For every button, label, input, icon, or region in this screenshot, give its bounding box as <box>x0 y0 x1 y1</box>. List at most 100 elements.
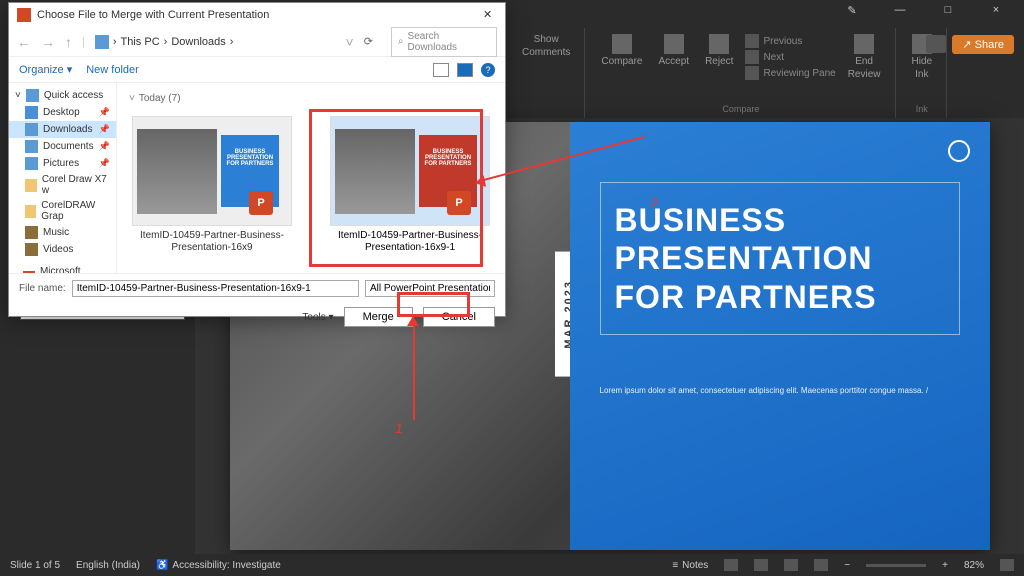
language-indicator[interactable]: English (India) <box>76 560 140 571</box>
file-item-1[interactable]: BUSINESS PRESENTATION FOR PARTNERS P Ite… <box>127 116 297 254</box>
tree-pictures[interactable]: Pictures📌 <box>9 155 116 172</box>
search-input[interactable]: ⌕ Search Downloads <box>391 27 497 57</box>
end-review-button[interactable]: EndReview <box>844 32 885 82</box>
nav-up-button[interactable]: ↑ <box>65 34 72 50</box>
view-mode-button[interactable] <box>433 63 449 77</box>
refresh-button[interactable]: ⟳ <box>364 35 373 48</box>
zoom-slider[interactable] <box>866 564 926 567</box>
zoom-out[interactable]: − <box>844 560 850 571</box>
file-merge-dialog: Choose File to Merge with Current Presen… <box>8 2 506 317</box>
help-button[interactable]: ? <box>481 63 495 77</box>
comments-icon[interactable] <box>926 35 946 53</box>
normal-view-icon[interactable] <box>724 559 738 571</box>
next-button[interactable]: Next <box>745 50 835 64</box>
tree-music[interactable]: Music <box>9 224 116 241</box>
compare-icon <box>612 34 632 54</box>
slideshow-view-icon[interactable] <box>814 559 828 571</box>
dialog-toolbar: Organize ▾ New folder ? <box>9 57 505 83</box>
zoom-in[interactable]: + <box>942 560 948 571</box>
tree-ms-powerpoint[interactable]: ›Microsoft PowerP <box>9 264 116 273</box>
slide-blue-panel: BUSINESS PRESENTATION FOR PARTNERS Lorem… <box>570 122 990 550</box>
compare-group-label: Compare <box>722 104 759 114</box>
desktop-icon <box>25 106 38 119</box>
pictures-icon <box>25 157 38 170</box>
tree-corel-x7[interactable]: Corel Draw X7 w <box>9 172 116 198</box>
tree-downloads[interactable]: Downloads📌 <box>9 121 116 138</box>
zoom-level[interactable]: 82% <box>964 560 984 571</box>
next-icon <box>745 50 759 64</box>
tree-desktop[interactable]: Desktop📌 <box>9 104 116 121</box>
search-icon: ⌕ <box>398 36 404 47</box>
new-folder-button[interactable]: New folder <box>86 64 139 76</box>
ribbon-group-comments: ShowComments <box>508 28 585 118</box>
preview-pane-button[interactable] <box>457 63 473 77</box>
dialog-close-button[interactable]: ✕ <box>483 8 497 22</box>
folder-tree[interactable]: ˅Quick access Desktop📌 Downloads📌 Docume… <box>9 83 117 273</box>
file-thumbnail: BUSINESS PRESENTATION FOR PARTNERS P <box>132 116 292 226</box>
filename-input[interactable] <box>72 280 359 297</box>
file-name-label: ItemID-10459-Partner-Business-Presentati… <box>127 230 297 254</box>
fit-window-icon[interactable] <box>1000 559 1014 571</box>
sorter-view-icon[interactable] <box>754 559 768 571</box>
folder-icon <box>25 179 37 192</box>
status-bar: Slide 1 of 5 English (India) ♿ Accessibi… <box>0 554 1024 576</box>
file-type-filter[interactable] <box>365 280 495 297</box>
downloads-icon <box>25 123 38 136</box>
tools-menu[interactable]: Tools ▾ <box>302 312 333 323</box>
notes-button[interactable]: ≡ Notes <box>672 560 708 571</box>
compare-button[interactable]: Compare <box>597 32 646 82</box>
top-right-actions: ↗ Share <box>926 35 1014 54</box>
nav-forward-button[interactable]: → <box>41 34 55 50</box>
dialog-body: ˅Quick access Desktop📌 Downloads📌 Docume… <box>9 83 505 273</box>
dialog-title-bar: Choose File to Merge with Current Presen… <box>9 3 505 27</box>
annotation-label-1: 1 <box>395 420 403 436</box>
ink-group-label: Ink <box>916 104 928 114</box>
tree-videos[interactable]: Videos <box>9 241 116 258</box>
powerpoint-icon <box>23 271 35 274</box>
accessibility-check[interactable]: ♿ Accessibility: Investigate <box>156 560 281 571</box>
dialog-buttons: Tools ▾ Merge Cancel <box>9 303 505 335</box>
minimize-button[interactable]: — <box>880 4 920 24</box>
merge-button[interactable]: Merge <box>344 307 413 327</box>
pptx-badge-icon: P <box>447 191 471 215</box>
reading-view-icon[interactable] <box>784 559 798 571</box>
pane-icon <box>745 66 759 80</box>
music-icon <box>25 226 38 239</box>
maximize-button[interactable]: □ <box>928 4 968 24</box>
filename-label: File name: <box>19 283 66 294</box>
show-comments-button[interactable]: ShowComments <box>518 32 574 60</box>
share-button[interactable]: ↗ Share <box>952 35 1014 54</box>
organize-menu[interactable]: Organize ▾ <box>19 63 72 76</box>
documents-icon <box>25 140 38 153</box>
slide-counter[interactable]: Slide 1 of 5 <box>10 560 60 571</box>
previous-button[interactable]: Previous <box>745 34 835 48</box>
reject-icon <box>709 34 729 54</box>
videos-icon <box>25 243 38 256</box>
nav-back-button[interactable]: ← <box>17 34 31 50</box>
end-review-icon <box>854 34 874 54</box>
ribbon-group-compare: Compare Accept Reject Previous Next Revi… <box>587 28 895 118</box>
file-item-2[interactable]: BUSINESS PRESENTATION FOR PARTNERS P Ite… <box>325 116 495 254</box>
file-thumbnail: BUSINESS PRESENTATION FOR PARTNERS P <box>330 116 490 226</box>
pptx-badge-icon: P <box>249 191 273 215</box>
pencil-icon[interactable]: ✎ <box>832 4 872 24</box>
reviewing-pane-button[interactable]: Reviewing Pane <box>745 66 835 80</box>
tree-corel-graphics[interactable]: CorelDRAW Grap <box>9 198 116 224</box>
annotation-label-2: 2 <box>650 195 658 211</box>
star-icon <box>26 89 39 102</box>
cancel-button[interactable]: Cancel <box>423 307 495 327</box>
dialog-title: Choose File to Merge with Current Presen… <box>37 9 269 21</box>
tree-quick-access[interactable]: ˅Quick access <box>9 87 116 104</box>
breadcrumb-dropdown[interactable]: ˅ <box>346 34 354 50</box>
accept-icon <box>664 34 684 54</box>
slide-logo-icon <box>948 140 970 162</box>
accept-button[interactable]: Accept <box>655 32 694 82</box>
powerpoint-icon <box>17 8 31 22</box>
reject-button[interactable]: Reject <box>701 32 737 82</box>
breadcrumb[interactable]: › This PC › Downloads › <box>95 35 234 49</box>
file-list[interactable]: ˅Today (7) BUSINESS PRESENTATION FOR PAR… <box>117 83 505 273</box>
close-button[interactable]: × <box>976 4 1016 24</box>
file-name-label: ItemID-10459-Partner-Business-Presentati… <box>325 230 495 254</box>
download-icon <box>95 35 109 49</box>
tree-documents[interactable]: Documents📌 <box>9 138 116 155</box>
